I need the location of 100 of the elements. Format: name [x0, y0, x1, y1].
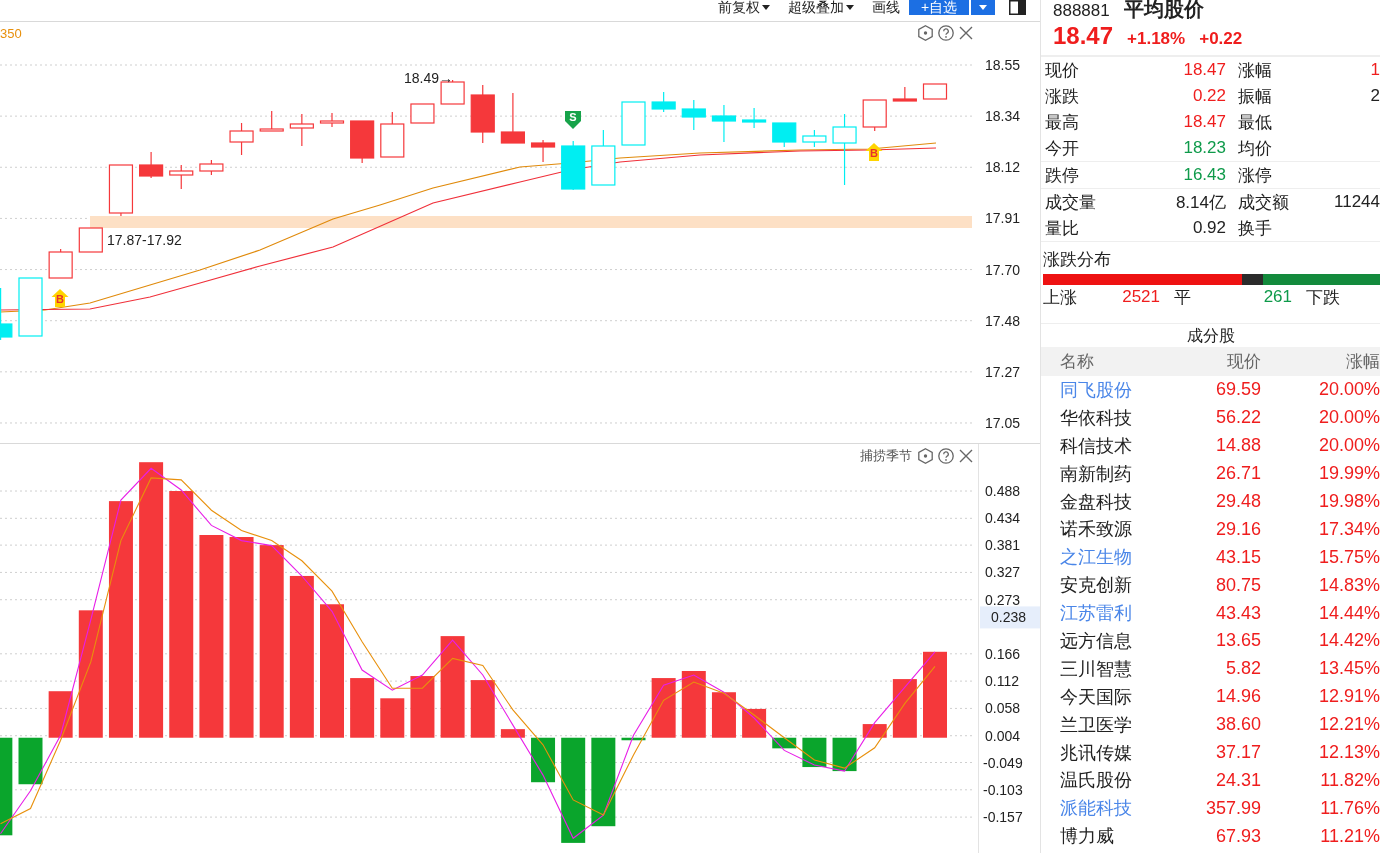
- candle: [259, 110, 284, 132]
- axis-label: 0.166: [985, 645, 1021, 662]
- stock-name[interactable]: 江苏雷利: [1060, 601, 1160, 626]
- axis-label: -0.157: [983, 809, 1023, 826]
- zone-price-label: 17.87-17.92: [107, 232, 182, 248]
- stock-change: 11.76%: [1319, 797, 1380, 819]
- toolbar-button[interactable]: 画线: [872, 0, 900, 15]
- stock-change: 12.13%: [1317, 742, 1380, 763]
- candle: [772, 122, 797, 148]
- axis-label: 18.34: [985, 108, 1021, 125]
- stock-price: 24.31: [1214, 769, 1261, 791]
- stock-name[interactable]: 之江生物: [1060, 545, 1160, 570]
- stock-name[interactable]: 安克创新: [1060, 573, 1160, 598]
- axis-label: 0.381: [985, 537, 1021, 554]
- candle: [18, 277, 43, 337]
- candle: [561, 140, 586, 191]
- axis-label: 0.004: [985, 727, 1021, 744]
- axis-label: 18.12: [985, 159, 1021, 176]
- axis-label: 0.273: [985, 591, 1021, 608]
- stock-price: 26.71: [1214, 463, 1261, 485]
- candle: [319, 112, 345, 128]
- buy-marker: B: [865, 143, 883, 161]
- stock-change: 20.00%: [1317, 435, 1380, 457]
- candle: [470, 84, 495, 144]
- stock-name[interactable]: 远方信息: [1060, 628, 1160, 653]
- stock-price: 43.15: [1214, 546, 1261, 568]
- candle: [742, 107, 767, 129]
- field-value: 2: [1369, 86, 1380, 106]
- axis-label: 18.55: [985, 57, 1021, 73]
- stock-price: 37.17: [1214, 742, 1261, 763]
- stock-change: 14.42%: [1317, 630, 1380, 652]
- stock-name[interactable]: 南新制药: [1060, 461, 1160, 486]
- close-icon[interactable]: [959, 26, 973, 40]
- axis-label: 17.05: [985, 415, 1021, 431]
- candle: [802, 129, 827, 148]
- column-header[interactable]: 涨幅: [1261, 350, 1380, 373]
- axis-label: -0.103: [983, 781, 1023, 798]
- close-icon[interactable]: [959, 449, 973, 463]
- count-label: 上涨: [1043, 286, 1078, 309]
- field-label: 成交额: [1237, 191, 1290, 214]
- field-label: 最高: [1045, 111, 1080, 134]
- candle: [530, 139, 556, 163]
- field-label: 今开: [1045, 137, 1080, 160]
- stock-name[interactable]: 诺禾致源: [1060, 517, 1160, 542]
- candle: [380, 111, 405, 158]
- column-header[interactable]: 名称: [1060, 350, 1160, 373]
- dropdown-button[interactable]: 超级叠加: [788, 0, 854, 15]
- stock-change: 12.21%: [1317, 714, 1380, 736]
- field-label: 涨幅: [1237, 59, 1273, 82]
- stock-change: 12.91%: [1317, 686, 1380, 708]
- dropdown-button[interactable]: 前复权: [718, 0, 770, 15]
- settings-icon[interactable]: [918, 25, 933, 41]
- panel-layout-icon[interactable]: [1009, 0, 1026, 15]
- candle: [500, 92, 525, 144]
- axis-label: 17.48: [985, 312, 1021, 329]
- stock-name[interactable]: 同飞股份: [1060, 377, 1160, 402]
- stock-price: 80.75: [1214, 574, 1261, 596]
- stock-price: 56.22: [1214, 407, 1261, 429]
- dropdown-button[interactable]: [971, 0, 995, 15]
- caret-icon: [979, 5, 987, 10]
- column-header[interactable]: 现价: [1160, 350, 1261, 373]
- stock-change: 14.83%: [1317, 574, 1380, 596]
- field-label: 涨停: [1237, 164, 1273, 187]
- field-value: 0.22: [1191, 86, 1226, 106]
- field-value: 11244: [1333, 192, 1380, 212]
- stock-name[interactable]: 温氏股份: [1060, 768, 1160, 793]
- buy-marker: B: [51, 289, 69, 307]
- axis-label: 0.112: [985, 673, 1019, 690]
- stock-price: 69.59: [1214, 379, 1261, 401]
- candle: [892, 86, 917, 102]
- stock-name[interactable]: 兰卫医学: [1060, 712, 1160, 737]
- axis-label: 17.91: [985, 210, 1021, 227]
- indicator-title: 捕捞季节: [860, 447, 912, 465]
- change-percent: +1.18%: [1127, 29, 1186, 49]
- high-price-label: 18.49→: [404, 70, 454, 86]
- current-value-label: 0.238: [980, 606, 1040, 629]
- stock-change: 20.00%: [1317, 379, 1380, 401]
- help-icon[interactable]: [938, 25, 954, 41]
- field-label: 成交量: [1045, 191, 1097, 214]
- stock-name[interactable]: 兆讯传媒: [1060, 740, 1160, 765]
- stock-change: 13.45%: [1317, 658, 1380, 680]
- candle: [199, 159, 224, 176]
- field-label: 跌停: [1045, 164, 1080, 187]
- settings-icon[interactable]: [918, 448, 933, 464]
- stock-change: 11.82%: [1319, 769, 1380, 791]
- add-button[interactable]: +自选: [909, 0, 969, 15]
- field-value: 0.92: [1191, 218, 1226, 238]
- stock-name[interactable]: 博力威: [1060, 824, 1160, 849]
- stock-name[interactable]: 三川智慧: [1060, 656, 1160, 681]
- help-icon[interactable]: [938, 448, 954, 464]
- candle: [0, 287, 13, 341]
- field-value: 18.23: [1182, 138, 1226, 158]
- indicator-value: 350: [0, 25, 22, 41]
- stock-name[interactable]: 金盘科技: [1060, 489, 1160, 514]
- stock-name[interactable]: 派能科技: [1060, 796, 1160, 821]
- stock-change: 19.99%: [1317, 463, 1380, 485]
- caret-icon: [762, 5, 770, 10]
- stock-name[interactable]: 科信技术: [1060, 433, 1160, 458]
- stock-name[interactable]: 华依科技: [1060, 405, 1160, 430]
- stock-name[interactable]: 今天国际: [1060, 684, 1160, 709]
